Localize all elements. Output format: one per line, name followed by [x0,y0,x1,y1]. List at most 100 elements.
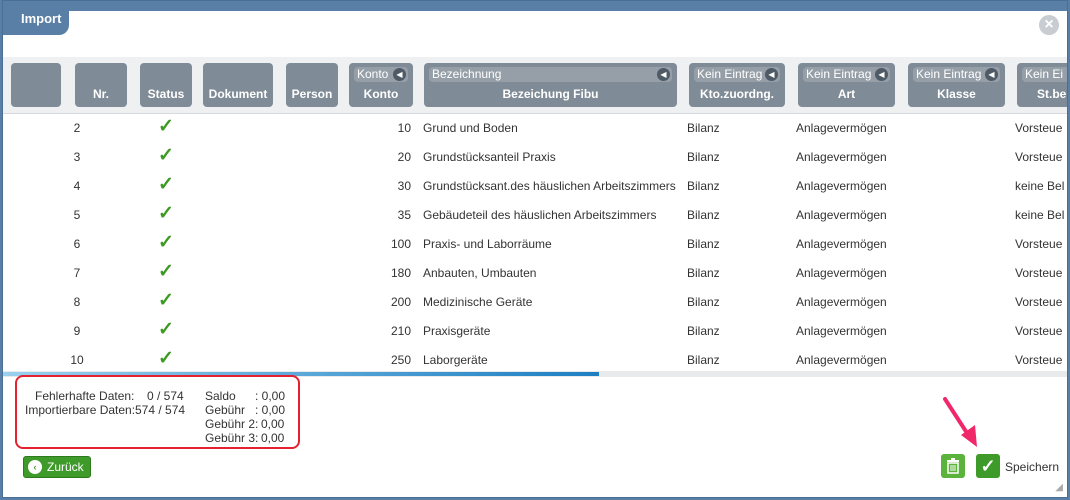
grid-body: 2 ✓ 10 Grund und Boden Bilanz Anlagevermögen V… [3,113,1067,371]
chevron-left-icon[interactable]: ◀ [393,68,406,81]
chevron-left-icon: ‹ [28,460,42,474]
cell-nr: 4 [73,179,81,193]
table-row[interactable]: 4 ✓ 30 Grundstücksant.des häuslichen Arbeit… [3,171,1067,200]
checkmark-icon: ✓ [980,456,996,476]
dialog-title-tab: Import [3,1,69,35]
save-label[interactable]: Speichern [1005,460,1059,474]
checkmark-icon: ✓ [158,290,174,311]
header-dokument[interactable]: Dokument [203,63,273,107]
header-konto[interactable]: Konto ◀ Konto [349,63,413,107]
import-summary: Fehlerhafte Daten: 0 / 574 Importierbare… [15,375,300,449]
saldo-label: Saldo [205,389,236,403]
cell-nr: 3 [73,150,81,164]
cell-nr: 9 [73,324,81,338]
cell-st-bel: keine Bel [1015,208,1065,222]
checkmark-icon: ✓ [158,348,174,369]
gebuehr2-value: 0,00 [261,417,285,431]
cell-konto: 20 [397,150,411,164]
cell-bezeichnung: Gebäudeteil des häuslichen Arbeitszimmer… [423,208,657,222]
header-art[interactable]: Kein Eintrag ◀ Art [798,63,895,107]
cell-konto: 100 [390,237,411,251]
dialog-title: Import [21,11,62,26]
header-select-all[interactable] [11,63,61,107]
cell-bezeichnung: Grundstücksanteil Praxis [423,150,556,164]
cell-konto: 210 [390,324,411,338]
cell-nr: 8 [73,295,81,309]
cell-konto: 35 [397,208,411,222]
cell-kto-zuordnung: Bilanz [687,208,720,222]
cell-art: Anlagevermögen [796,295,887,309]
cell-kto-zuordnung: Bilanz [687,150,720,164]
cell-bezeichnung: Medizinische Geräte [423,295,533,309]
table-row[interactable]: 8 ✓ 200 Medizinische Geräte Bilanz Anlageverm… [3,287,1067,316]
checkmark-icon: ✓ [158,174,174,195]
cell-st-bel: keine Bel [1015,179,1065,193]
delete-button[interactable] [941,454,965,478]
chevron-left-icon[interactable]: ◀ [657,68,670,81]
table-row[interactable]: 7 ✓ 180 Anbauten, Umbauten Bilanz Anlagevermö… [3,258,1067,287]
cell-nr: 7 [73,266,81,280]
header-nr[interactable]: Nr. [75,63,127,107]
cell-konto: 30 [397,179,411,193]
header-kto-zuordnung[interactable]: Kein Eintrag ◀ Kto.zuordng. [689,63,785,107]
cell-bezeichnung: Laborgeräte [423,353,488,367]
cell-konto: 180 [390,266,411,280]
cell-kto-zuordnung: Bilanz [687,295,720,309]
checkmark-icon: ✓ [158,319,174,340]
table-row[interactable]: 9 ✓ 210 Praxisgeräte Bilanz Anlagevermögen Vor… [3,316,1067,345]
header-status[interactable]: Status [140,63,192,107]
cell-art: Anlagevermögen [796,266,887,280]
cell-st-bel: Vorsteue [1015,121,1063,135]
fehlerhafte-label: Fehlerhafte Daten: [35,389,135,403]
title-bar [3,1,1067,11]
filter-kto-zuordnung[interactable]: Kein Eintrag ◀ [694,67,780,82]
gebuehr2-label: Gebühr 2: [205,417,259,431]
resize-grip-icon[interactable]: ◢ [1055,482,1063,493]
back-button-label: Zurück [47,460,84,474]
cell-kto-zuordnung: Bilanz [687,121,720,135]
cell-konto: 200 [390,295,411,309]
chevron-left-icon[interactable]: ◀ [765,68,778,81]
filter-bezeichnung[interactable]: Bezeichnung ◀ [429,67,672,82]
import-dialog: Import × Nr. Status Dokument Person Kont… [2,0,1068,498]
save-button[interactable]: ✓ [976,454,1000,478]
filter-st-bel[interactable]: Kein Ei [1022,67,1067,82]
cell-bezeichnung: Grund und Boden [423,121,518,135]
filter-klasse[interactable]: Kein Eintrag ◀ [913,67,1000,82]
chevron-left-icon[interactable]: ◀ [985,68,998,81]
cell-kto-zuordnung: Bilanz [687,353,720,367]
cell-art: Anlagevermögen [796,179,887,193]
checkmark-icon: ✓ [158,203,174,224]
cell-nr: 5 [73,208,81,222]
header-person[interactable]: Person [286,63,338,107]
header-st-bel[interactable]: Kein Ei St.be [1017,63,1067,107]
cell-kto-zuordnung: Bilanz [687,237,720,251]
cell-kto-zuordnung: Bilanz [687,324,720,338]
importierbare-label: Importierbare Daten: [25,403,136,417]
cell-st-bel: Vorsteue [1015,150,1063,164]
header-bezeichnung[interactable]: Bezeichnung ◀ Bezeichung Fibu [424,63,677,107]
cell-art: Anlagevermögen [796,237,887,251]
close-icon[interactable]: × [1039,15,1059,35]
cell-art: Anlagevermögen [796,324,887,338]
gebuehr3-value: 0,00 [261,431,285,445]
table-row[interactable]: 10 ✓ 250 Laborgeräte Bilanz Anlagevermögen Vor… [3,345,1067,371]
cell-kto-zuordnung: Bilanz [687,266,720,280]
filter-art[interactable]: Kein Eintrag ◀ [803,67,890,82]
cell-bezeichnung: Praxisgeräte [423,324,491,338]
table-row[interactable]: 2 ✓ 10 Grund und Boden Bilanz Anlagevermögen V… [3,113,1067,142]
chevron-left-icon[interactable]: ◀ [875,68,888,81]
table-row[interactable]: 5 ✓ 35 Gebäudeteil des häuslichen Arbeitszi… [3,200,1067,229]
header-klasse[interactable]: Kein Eintrag ◀ Klasse [908,63,1005,107]
back-button[interactable]: ‹ Zurück [23,456,91,478]
cell-st-bel: Vorsteue [1015,237,1063,251]
table-row[interactable]: 3 ✓ 20 Grundstücksanteil Praxis Bilanz Anlage… [3,142,1067,171]
filter-konto[interactable]: Konto ◀ [354,67,408,82]
grid-header: Nr. Status Dokument Person Konto ◀ Konto … [3,57,1067,114]
cell-bezeichnung: Anbauten, Umbauten [423,266,537,280]
cell-bezeichnung: Praxis- und Laborräume [423,237,552,251]
cell-nr: 10 [70,353,84,367]
cell-st-bel: Vorsteue [1015,295,1063,309]
table-row[interactable]: 6 ✓ 100 Praxis- und Laborräume Bilanz Anlagev… [3,229,1067,258]
cell-st-bel: Vorsteue [1015,353,1063,367]
